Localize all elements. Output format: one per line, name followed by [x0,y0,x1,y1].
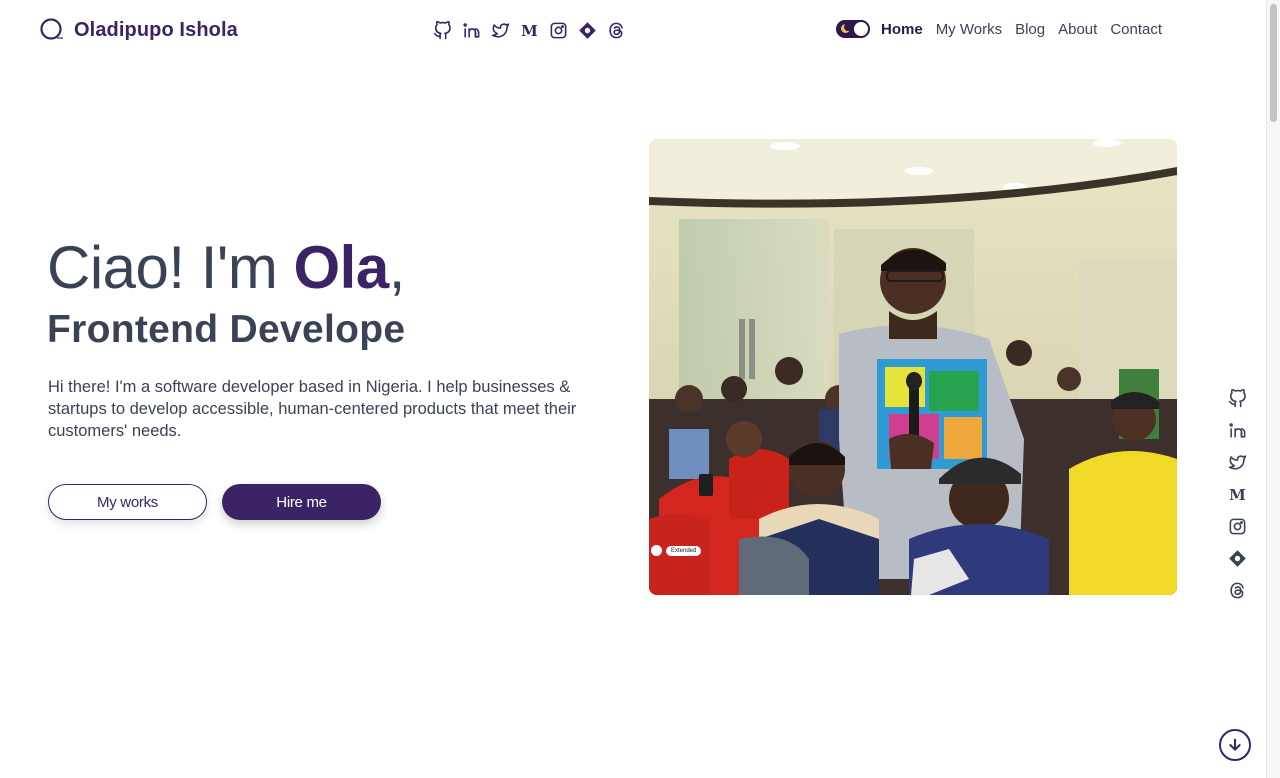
threads-icon[interactable] [606,19,626,41]
hashnode-icon[interactable] [1226,547,1248,569]
hero-greeting: Ciao! I'm Ola, [47,233,405,302]
hero-name: Ola [293,234,390,301]
greeting-text: Ciao! I'm [47,234,294,301]
hero-role: Frontend Develope [47,308,406,351]
instagram-icon[interactable] [548,19,568,41]
linkedin-icon[interactable] [1226,419,1248,441]
my-works-button[interactable]: My works [48,484,207,520]
nav-item-contact[interactable]: Contact [1110,21,1162,38]
hero-photo-illustration [649,139,1177,595]
main-nav: Home My Works Blog About Contact [836,20,1175,38]
arrow-down-icon [1229,738,1241,751]
instagram-icon[interactable] [1226,515,1248,537]
twitter-icon[interactable] [490,19,510,41]
svg-text:M: M [521,22,538,40]
brand-name: Oladipupo Ishola [74,18,238,41]
hashnode-icon[interactable] [577,19,597,41]
github-icon[interactable] [432,19,452,41]
medium-icon[interactable]: M [1226,483,1248,505]
greeting-comma: , [388,234,406,301]
toggle-knob [854,22,868,36]
svg-text:M: M [1229,486,1246,504]
nav-item-my-works[interactable]: My Works [936,21,1002,38]
dark-mode-toggle[interactable] [836,20,870,38]
nav-item-home[interactable]: Home [881,21,923,38]
brand[interactable]: Oladipupo Ishola [40,18,238,42]
nav-item-blog[interactable]: Blog [1015,21,1045,38]
hero-photo: Extended [649,139,1177,595]
scrollbar-thumb[interactable] [1270,4,1277,122]
github-icon[interactable] [1226,387,1248,409]
social-links-top: M [432,19,626,41]
hero-description: Hi there! I'm a software developer based… [48,378,577,440]
social-links-rail: M [1226,387,1248,601]
scroll-down-button[interactable] [1219,729,1251,761]
moon-icon [841,23,852,33]
photo-overlay-chip[interactable]: Extended [651,545,702,556]
twitter-icon[interactable] [1226,451,1248,473]
medium-icon[interactable]: M [519,19,539,41]
circle-logo-icon [40,18,63,40]
linkedin-icon[interactable] [461,19,481,41]
scrollbar[interactable] [1266,0,1280,778]
hire-me-button[interactable]: Hire me [222,484,381,520]
nav-item-about[interactable]: About [1058,21,1097,38]
threads-icon[interactable] [1226,579,1248,601]
chip-label: Extended [666,545,702,556]
header: Oladipupo Ishola M Home My Works Blog Ab… [0,0,1266,62]
chip-dot [651,545,662,556]
